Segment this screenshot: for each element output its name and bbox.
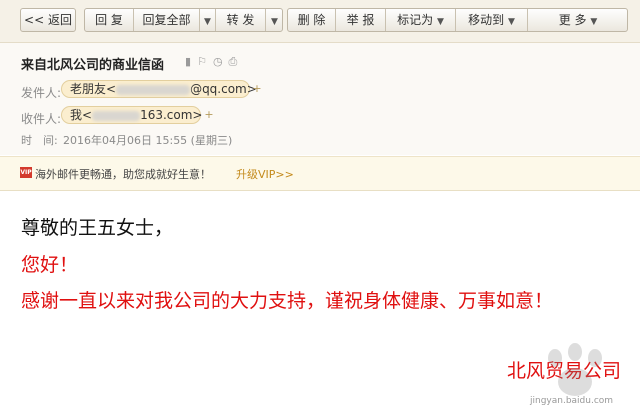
plus-icon[interactable]: + xyxy=(250,81,264,97)
upgrade-vip-link[interactable]: 升级VIP>> xyxy=(236,166,294,182)
sender-domain: @qq.com> xyxy=(190,82,257,96)
delete-button[interactable]: 删 除 xyxy=(288,9,335,31)
action-group: 删 除 举 报 标记为 ▼ 移动到 ▼ 更 多 ▼ xyxy=(287,8,628,32)
forward-dropdown[interactable]: ▼ xyxy=(265,9,282,31)
report-button[interactable]: 举 报 xyxy=(335,9,385,31)
time-label: 时 间: xyxy=(21,134,58,147)
mail-subject: 来自北风公司的商业信函 xyxy=(21,58,165,73)
recipient-domain: 163.com> xyxy=(140,108,203,122)
to-label: 收件人: xyxy=(21,112,62,126)
more-label: 更 多 xyxy=(558,13,587,27)
chevron-down-icon: ▼ xyxy=(436,17,444,27)
mark-as-button[interactable]: 标记为 ▼ xyxy=(385,9,455,31)
pin-icon[interactable]: ▮ xyxy=(185,55,197,68)
reply-group: 回 复 回复全部 ▼ 转 发 ▼ xyxy=(84,8,283,32)
sender-chip[interactable]: 老朋友< @qq.com> xyxy=(61,80,257,98)
time-value: 2016年04月06日 15:55 (星期三) xyxy=(63,134,233,147)
chevron-down-icon: ▼ xyxy=(590,17,598,27)
recipient-chip[interactable]: 我< 163.com> xyxy=(61,106,203,124)
promo-bar: VIP 海外邮件更畅通，助您成就好生意！ 升级VIP>> xyxy=(0,156,640,191)
recipient-redacted xyxy=(92,110,141,121)
watermark-text: jingyan.baidu.com xyxy=(530,396,614,406)
vip-icon: VIP xyxy=(20,167,32,178)
hello-line: 您好！ xyxy=(21,254,79,276)
message-line: 感谢一直以来对我公司的大力支持，谨祝身体健康、万事如意！ xyxy=(21,290,554,312)
back-button[interactable]: << 返回 xyxy=(20,8,76,32)
promo-text: 海外邮件更畅通，助您成就好生意！ xyxy=(35,168,211,181)
recipient-name: 我< xyxy=(70,108,93,122)
chevron-down-icon: ▼ xyxy=(271,17,278,27)
reply-all-button[interactable]: 回复全部 xyxy=(133,9,199,31)
flag-icon[interactable]: ⚐ xyxy=(197,55,213,68)
clock-icon[interactable]: ◷ xyxy=(213,55,229,68)
mail-header: 来自北风公司的商业信函 ▮⚐◷⎙ 发件人: 老朋友< @qq.com> + 收件人… xyxy=(0,43,640,155)
sender-redacted xyxy=(116,84,191,95)
forward-button[interactable]: 转 发 xyxy=(215,9,265,31)
mail-toolbar: << 返回 回 复 回复全部 ▼ 转 发 ▼ 删 除 举 报 标记为 ▼ 移动到… xyxy=(0,0,640,43)
more-button[interactable]: 更 多 ▼ xyxy=(527,9,627,31)
sender-name: 老朋友< xyxy=(70,82,117,96)
chevron-down-icon: ▼ xyxy=(204,17,211,27)
greeting-line: 尊敬的王五女士， xyxy=(21,217,174,239)
move-to-label: 移动到 xyxy=(468,13,505,27)
reply-all-dropdown[interactable]: ▼ xyxy=(199,9,215,31)
move-to-button[interactable]: 移动到 ▼ xyxy=(455,9,527,31)
mark-as-label: 标记为 xyxy=(397,13,434,27)
print-icon[interactable]: ⎙ xyxy=(229,55,244,68)
subject-icons: ▮⚐◷⎙ xyxy=(185,55,243,69)
from-label: 发件人: xyxy=(21,86,62,100)
reply-button[interactable]: 回 复 xyxy=(85,9,133,31)
plus-icon[interactable]: + xyxy=(202,107,216,123)
chevron-down-icon: ▼ xyxy=(507,17,515,27)
